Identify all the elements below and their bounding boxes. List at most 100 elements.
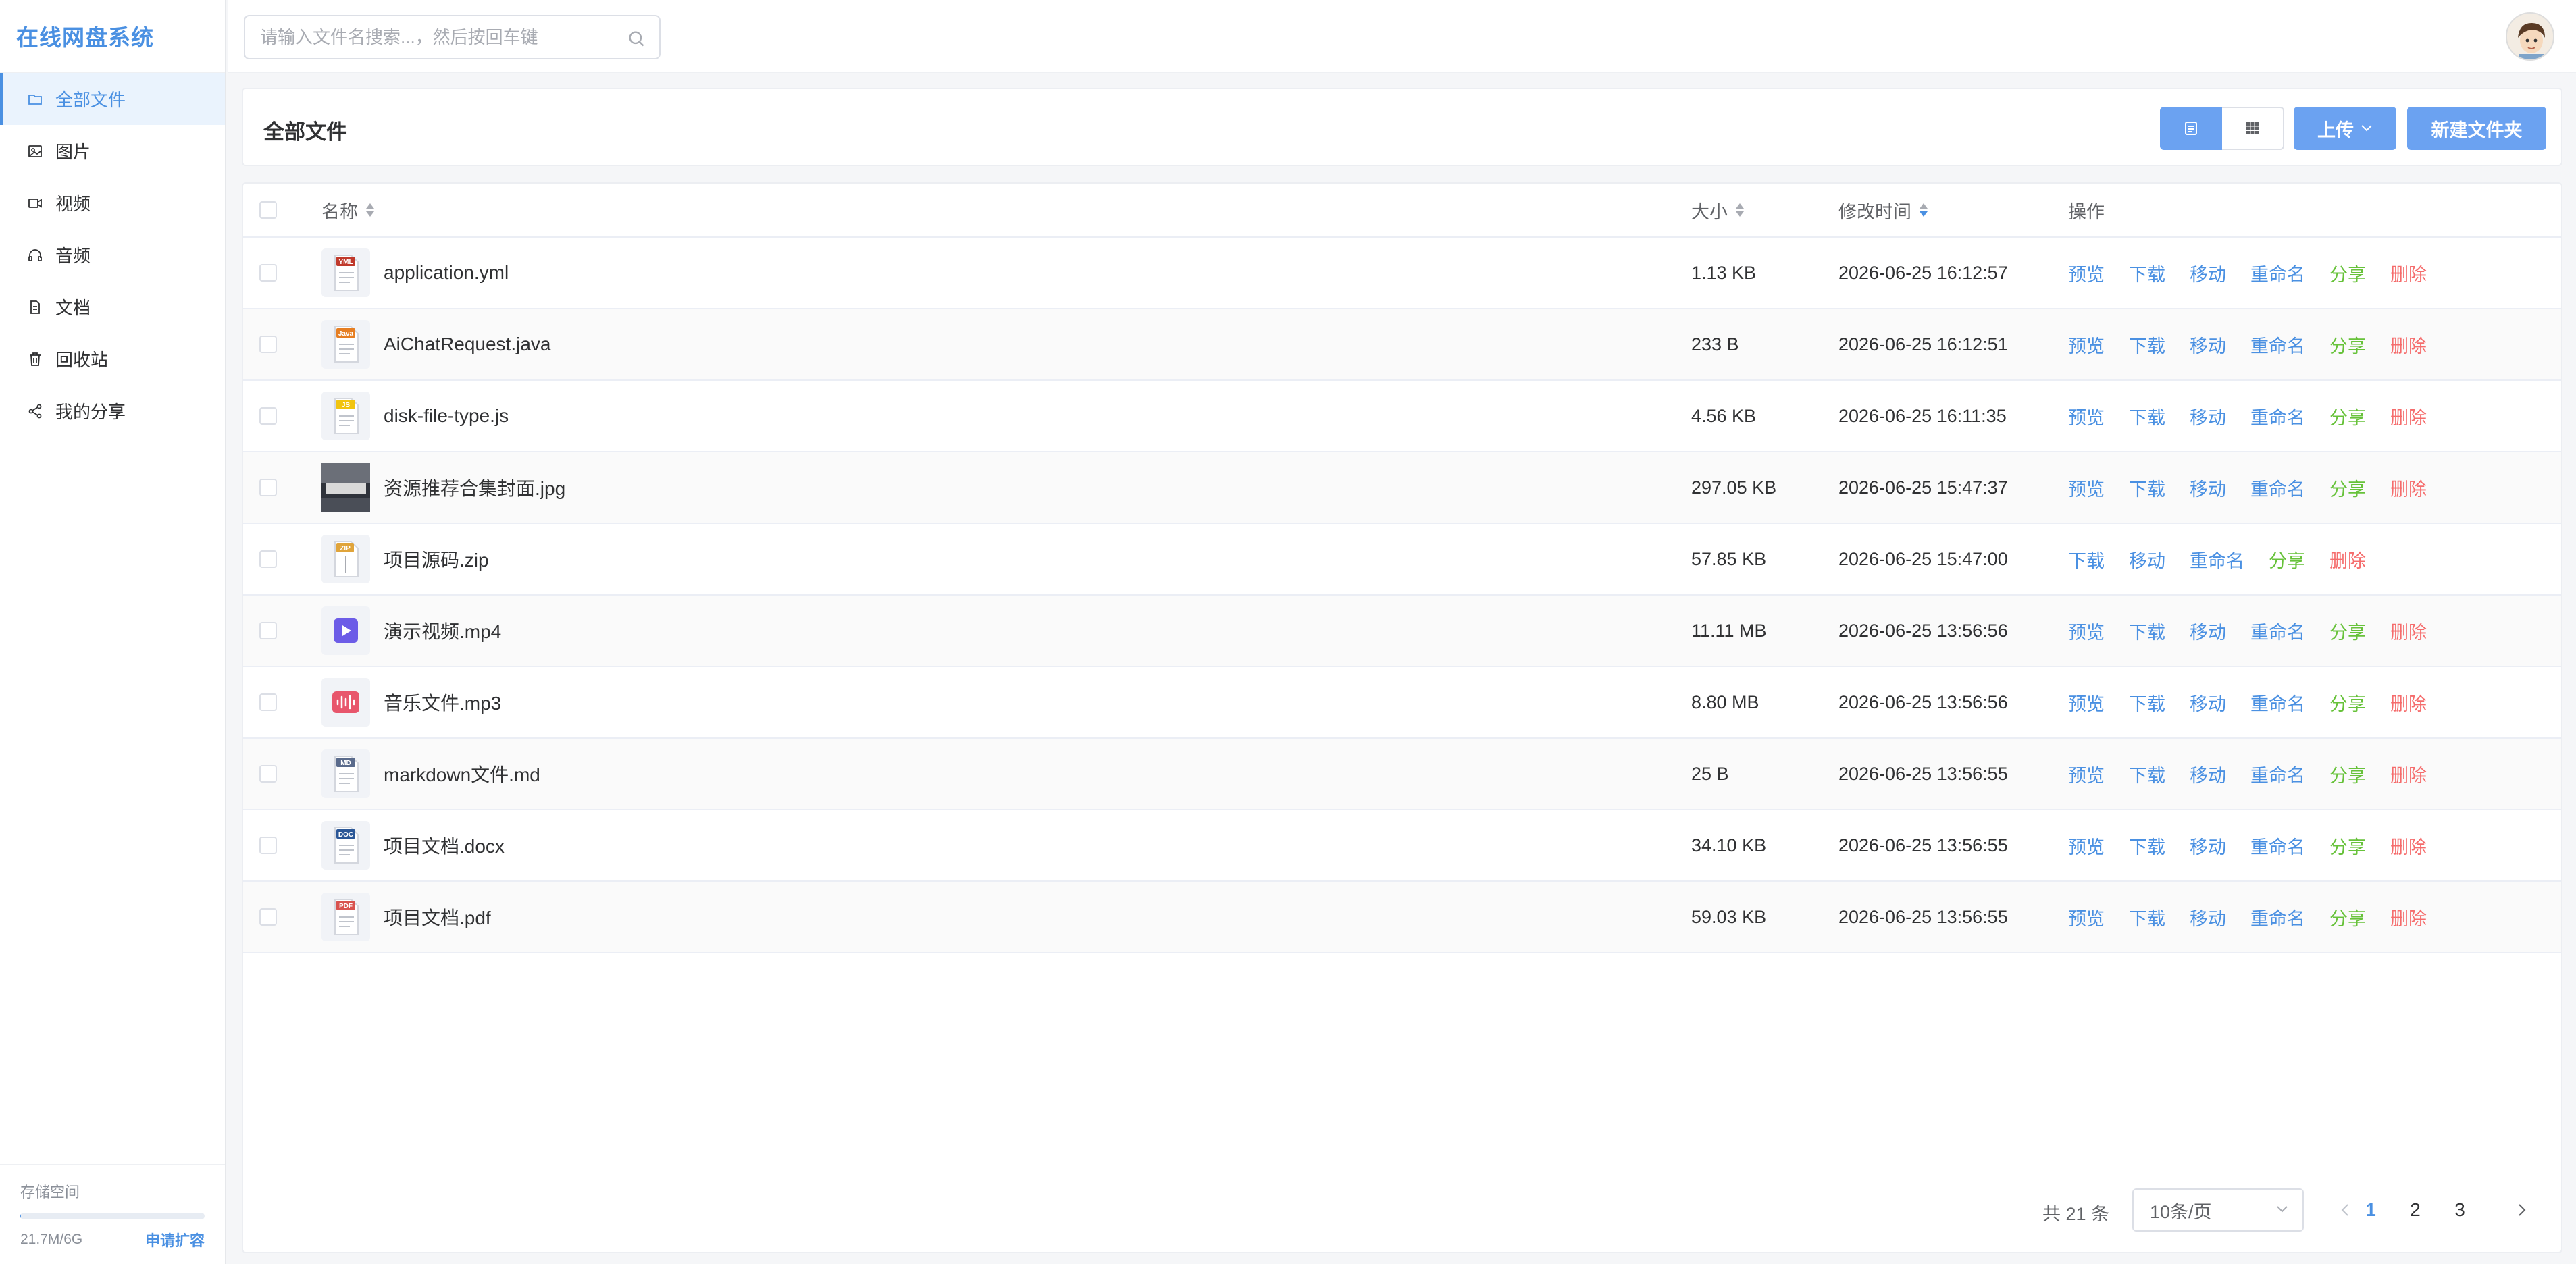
move-button[interactable]: 移动 bbox=[2190, 403, 2226, 429]
move-button[interactable]: 移动 bbox=[2190, 904, 2226, 930]
row-checkbox[interactable] bbox=[259, 908, 277, 926]
sidebar-item-6[interactable]: 我的分享 bbox=[0, 385, 225, 437]
move-button[interactable]: 移动 bbox=[2190, 689, 2226, 716]
table-row[interactable]: 音乐文件.mp3 8.80 MB 2026-06-25 13:56:56 预览 下载 移动… bbox=[243, 667, 2561, 739]
preview-button[interactable]: 预览 bbox=[2068, 761, 2105, 787]
move-button[interactable]: 移动 bbox=[2190, 475, 2226, 501]
preview-button[interactable]: 预览 bbox=[2068, 332, 2105, 358]
rename-button[interactable]: 重命名 bbox=[2250, 689, 2305, 716]
sidebar-item-5[interactable]: 回收站 bbox=[0, 333, 225, 385]
grid-view-button[interactable] bbox=[2222, 107, 2284, 150]
row-checkbox[interactable] bbox=[259, 336, 277, 353]
sidebar-item-2[interactable]: 视频 bbox=[0, 177, 225, 229]
file-name[interactable]: AiChatRequest.java bbox=[384, 334, 550, 355]
file-name[interactable]: 项目源码.zip bbox=[384, 546, 489, 573]
delete-button[interactable]: 删除 bbox=[2390, 761, 2427, 787]
table-row[interactable]: DOC 项目文档.docx 34.10 KB 2026-06-25 13:56:55 预… bbox=[243, 810, 2561, 882]
preview-button[interactable]: 预览 bbox=[2068, 618, 2105, 644]
preview-button[interactable]: 预览 bbox=[2068, 689, 2105, 716]
sidebar-item-4[interactable]: 文档 bbox=[0, 281, 225, 333]
preview-button[interactable]: 预览 bbox=[2068, 833, 2105, 859]
rename-button[interactable]: 重命名 bbox=[2250, 403, 2305, 429]
row-checkbox[interactable] bbox=[259, 837, 277, 854]
sidebar-item-1[interactable]: 图片 bbox=[0, 125, 225, 177]
table-row[interactable]: Java AiChatRequest.java 233 B 2026-06-25 16… bbox=[243, 309, 2561, 381]
apply-expansion-link[interactable]: 申请扩容 bbox=[145, 1229, 205, 1250]
share-button[interactable]: 分享 bbox=[2329, 618, 2366, 644]
rename-button[interactable]: 重命名 bbox=[2250, 618, 2305, 644]
delete-button[interactable]: 删除 bbox=[2390, 403, 2427, 429]
search-input[interactable] bbox=[260, 26, 611, 48]
delete-button[interactable]: 删除 bbox=[2390, 689, 2427, 716]
share-button[interactable]: 分享 bbox=[2329, 761, 2366, 787]
new-folder-button[interactable]: 新建文件夹 bbox=[2407, 107, 2546, 150]
row-checkbox[interactable] bbox=[259, 622, 277, 639]
share-button[interactable]: 分享 bbox=[2329, 904, 2366, 930]
column-size[interactable]: 大小 bbox=[1691, 184, 1745, 236]
delete-button[interactable]: 删除 bbox=[2329, 546, 2366, 573]
preview-button[interactable]: 预览 bbox=[2068, 904, 2105, 930]
table-row[interactable]: 演示视频.mp4 11.11 MB 2026-06-25 13:56:56 预览 下载移… bbox=[243, 596, 2561, 667]
row-checkbox[interactable] bbox=[259, 479, 277, 496]
download-button[interactable]: 下载 bbox=[2129, 475, 2165, 501]
row-checkbox[interactable] bbox=[259, 693, 277, 711]
select-all-checkbox[interactable] bbox=[259, 201, 277, 219]
download-button[interactable]: 下载 bbox=[2129, 833, 2165, 859]
file-name[interactable]: 项目文档.docx bbox=[384, 832, 505, 859]
share-button[interactable]: 分享 bbox=[2329, 833, 2366, 859]
rename-button[interactable]: 重命名 bbox=[2250, 904, 2305, 930]
table-row[interactable]: MD markdown文件.md 25 B 2026-06-25 13:56:55 预览… bbox=[243, 739, 2561, 810]
rename-button[interactable]: 重命名 bbox=[2250, 260, 2305, 286]
next-page-button[interactable] bbox=[2508, 1188, 2535, 1232]
table-row[interactable]: PDF 项目文档.pdf 59.03 KB 2026-06-25 13:56:55 预览… bbox=[243, 882, 2561, 953]
page-button-1[interactable]: 1 bbox=[2352, 1188, 2390, 1232]
delete-button[interactable]: 删除 bbox=[2390, 904, 2427, 930]
preview-button[interactable]: 预览 bbox=[2068, 260, 2105, 286]
delete-button[interactable]: 删除 bbox=[2390, 618, 2427, 644]
file-name[interactable]: 音乐文件.mp3 bbox=[384, 689, 501, 716]
download-button[interactable]: 下载 bbox=[2068, 546, 2105, 573]
column-name[interactable]: 名称 bbox=[321, 184, 376, 236]
list-view-button[interactable] bbox=[2160, 107, 2222, 150]
rename-button[interactable]: 重命名 bbox=[2250, 475, 2305, 501]
move-button[interactable]: 移动 bbox=[2190, 618, 2226, 644]
page-button-2[interactable]: 2 bbox=[2396, 1188, 2434, 1232]
move-button[interactable]: 移动 bbox=[2190, 833, 2226, 859]
move-button[interactable]: 移动 bbox=[2129, 546, 2165, 573]
row-checkbox[interactable] bbox=[259, 765, 277, 783]
download-button[interactable]: 下载 bbox=[2129, 332, 2165, 358]
row-checkbox[interactable] bbox=[259, 264, 277, 282]
delete-button[interactable]: 删除 bbox=[2390, 475, 2427, 501]
delete-button[interactable]: 删除 bbox=[2390, 833, 2427, 859]
download-button[interactable]: 下载 bbox=[2129, 904, 2165, 930]
file-name[interactable]: disk-file-type.js bbox=[384, 405, 509, 427]
download-button[interactable]: 下载 bbox=[2129, 618, 2165, 644]
move-button[interactable]: 移动 bbox=[2190, 260, 2226, 286]
row-checkbox[interactable] bbox=[259, 550, 277, 568]
move-button[interactable]: 移动 bbox=[2190, 761, 2226, 787]
column-modified[interactable]: 修改时间 bbox=[1838, 184, 1929, 236]
row-checkbox[interactable] bbox=[259, 407, 277, 425]
preview-button[interactable]: 预览 bbox=[2068, 403, 2105, 429]
search-icon[interactable] bbox=[627, 29, 646, 48]
avatar[interactable] bbox=[2506, 12, 2554, 61]
download-button[interactable]: 下载 bbox=[2129, 403, 2165, 429]
share-button[interactable]: 分享 bbox=[2329, 475, 2366, 501]
sort-icon[interactable] bbox=[1734, 201, 1745, 219]
table-row[interactable]: 资源推荐合集封面.jpg 297.05 KB 2026-06-25 15:47:37… bbox=[243, 452, 2561, 524]
delete-button[interactable]: 删除 bbox=[2390, 332, 2427, 358]
sidebar-item-0[interactable]: 全部文件 bbox=[0, 73, 225, 125]
sidebar-item-3[interactable]: 音频 bbox=[0, 229, 225, 281]
file-name[interactable]: markdown文件.md bbox=[384, 760, 540, 787]
upload-button[interactable]: 上传 bbox=[2294, 107, 2396, 150]
download-button[interactable]: 下载 bbox=[2129, 689, 2165, 716]
sort-icon[interactable] bbox=[1918, 201, 1929, 219]
download-button[interactable]: 下载 bbox=[2129, 761, 2165, 787]
rename-button[interactable]: 重命名 bbox=[2250, 332, 2305, 358]
page-button-3[interactable]: 3 bbox=[2441, 1188, 2479, 1232]
table-row[interactable]: YML application.yml 1.13 KB 2026-06-25 16:1… bbox=[243, 238, 2561, 309]
table-row[interactable]: ZIP 项目源码.zip 57.85 KB 2026-06-25 15:47:00 下载… bbox=[243, 524, 2561, 596]
share-button[interactable]: 分享 bbox=[2329, 260, 2366, 286]
rename-button[interactable]: 重命名 bbox=[2250, 761, 2305, 787]
sort-icon[interactable] bbox=[365, 201, 376, 219]
